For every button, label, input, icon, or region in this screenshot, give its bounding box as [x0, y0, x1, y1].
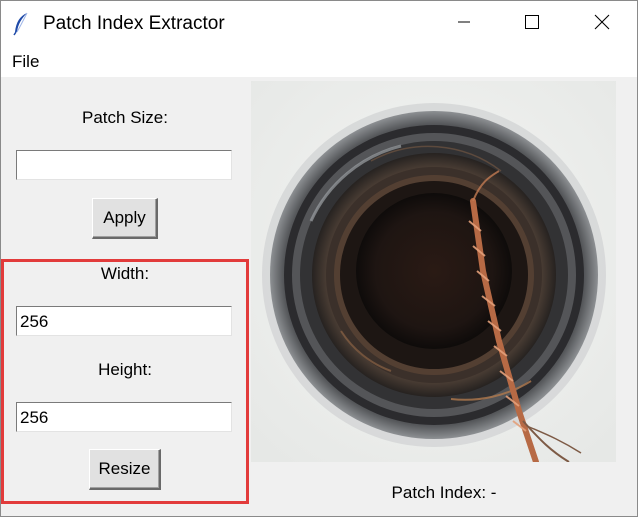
- close-icon: [594, 14, 610, 35]
- close-button[interactable]: [579, 1, 625, 47]
- minimize-icon: [457, 15, 471, 34]
- apply-button[interactable]: Apply: [92, 198, 158, 239]
- maximize-icon: [524, 14, 540, 35]
- image-panel: [251, 81, 637, 462]
- bottle-photo: [251, 81, 616, 462]
- app-window: Patch Index Extractor File Patch Size: A…: [0, 0, 638, 517]
- height-input[interactable]: [16, 402, 232, 432]
- menu-file[interactable]: File: [12, 53, 39, 71]
- maximize-button[interactable]: [509, 1, 555, 47]
- width-label: Width:: [100, 264, 150, 283]
- resize-button[interactable]: Resize: [89, 449, 161, 490]
- title-bar[interactable]: Patch Index Extractor: [1, 1, 637, 47]
- window-title: Patch Index Extractor: [43, 13, 225, 34]
- image-canvas[interactable]: [251, 81, 616, 462]
- controls-panel: Patch Size: Apply Width: Height: Resize: [1, 78, 249, 516]
- patch-size-label: Patch Size:: [82, 108, 168, 127]
- menu-bar: File: [1, 47, 637, 78]
- height-label: Height:: [98, 360, 152, 379]
- patch-size-input[interactable]: [16, 150, 232, 180]
- patch-index-status: Patch Index: -: [391, 483, 497, 502]
- width-input[interactable]: [16, 306, 232, 336]
- feather-icon: [11, 12, 33, 36]
- minimize-button[interactable]: [441, 1, 487, 47]
